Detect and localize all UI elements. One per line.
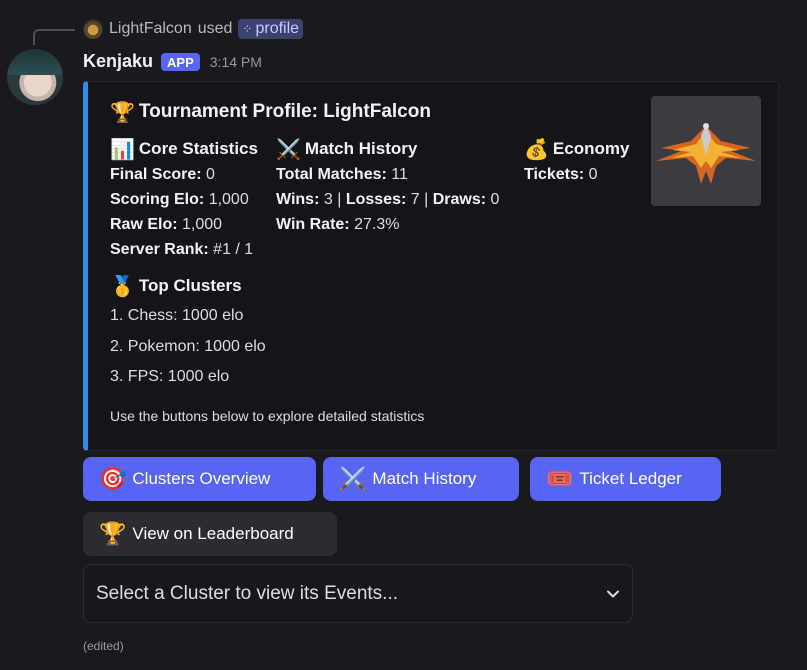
match-history-field: ⚔️ Match History Total Matches: 11 Wins:… [276,136,499,237]
username[interactable]: Kenjaku [83,51,153,72]
final-score-line: Final Score: 0 [110,166,215,183]
bar-chart-icon: 📊 [110,137,135,161]
match-history-title: Match History [304,139,418,158]
embed-footer-text: Use the buttons below to explore detaile… [110,408,425,424]
clusters-overview-button[interactable]: 🎯 Clusters Overview [83,457,316,501]
avatar-hair [7,49,63,75]
money-bag-icon: 💰 [524,137,549,161]
trophy-icon: 🏆 [99,521,127,547]
match-history-header: ⚔️ Match History [276,136,499,162]
wins-losses-draws-line: Wins: 3 | Losses: 7 | Draws: 0 [276,191,500,208]
core-statistics-header: 📊 Core Statistics [110,136,258,162]
total-matches-line: Total Matches: 11 [276,166,408,183]
crossed-swords-icon: ⚔️ [276,137,301,161]
embed-title: 🏆 Tournament Profile: LightFalcon [110,100,431,124]
command-chip[interactable]: ⁘ profile [238,19,304,39]
clusters-overview-label: Clusters Overview [132,469,271,488]
raw-elo-line: Raw Elo: 1,000 [110,216,223,233]
cluster-item: 3. FPS: 1000 elo [110,368,230,385]
match-history-button[interactable]: ⚔️ Match History [323,457,519,501]
server-rank-line: Server Rank: #1 / 1 [110,241,254,258]
crossed-swords-icon: ⚔️ [339,466,367,492]
cluster-item: 2. Pokemon: 1000 elo [110,337,266,355]
cluster-select-placeholder: Select a Cluster to view its Events... [96,582,399,604]
app-badge: APP [161,52,200,71]
view-on-leaderboard-button[interactable]: 🏆 View on Leaderboard [83,512,337,556]
target-icon: 🎯 [99,466,127,492]
grid-dots-icon: ⁘ [242,22,252,36]
ticket-ledger-label: Ticket Ledger [579,469,682,488]
trophy-icon: 🏆 [110,100,135,124]
reply-reference[interactable]: LightFalcon used ⁘ profile [83,17,304,41]
tickets-line: Tickets: 0 [524,166,598,183]
core-statistics-title: Core Statistics [138,139,258,158]
cluster-item: 1. Chess: 1000 elo [110,307,244,324]
reply-avatar[interactable] [83,19,103,39]
embed: 🏆 Tournament Profile: LightFalcon 📊 Core… [83,81,779,451]
view-on-leaderboard-label: View on Leaderboard [132,524,294,543]
top-clusters-field: 🥇 Top Clusters 1. Chess: 1000 elo 2. Pok… [110,273,266,393]
reply-used-text: used [197,20,233,37]
match-history-label: Match History [372,469,477,488]
economy-header: 💰 Economy [524,136,629,162]
embed-thumbnail[interactable] [651,96,761,206]
win-rate-line: Win Rate: 27.3% [276,216,400,233]
message-header: Kenjaku APP 3:14 PM [83,51,262,72]
ticket-icon: 🎟️ [546,466,574,492]
medal-icon: 🥇 [110,274,135,298]
chevron-down-icon [607,590,619,597]
phoenix-image [651,96,761,206]
economy-title: Economy [552,139,630,158]
top-clusters-title: Top Clusters [138,276,242,295]
avatar[interactable] [7,49,63,105]
core-statistics-field: 📊 Core Statistics Final Score: 0 Scoring… [110,136,258,262]
cluster-select[interactable]: Select a Cluster to view its Events... [83,564,633,623]
reply-connector [33,29,75,45]
reply-username[interactable]: LightFalcon [109,20,192,38]
command-name: profile [255,20,300,37]
scoring-elo-line: Scoring Elo: 1,000 [110,191,249,208]
timestamp[interactable]: 3:14 PM [210,54,262,70]
economy-field: 💰 Economy Tickets: 0 [524,136,629,187]
embed-title-text: Tournament Profile: LightFalcon [138,101,431,122]
ticket-ledger-button[interactable]: 🎟️ Ticket Ledger [530,457,721,501]
top-clusters-header: 🥇 Top Clusters [110,273,266,299]
edited-label: (edited) [83,639,124,653]
